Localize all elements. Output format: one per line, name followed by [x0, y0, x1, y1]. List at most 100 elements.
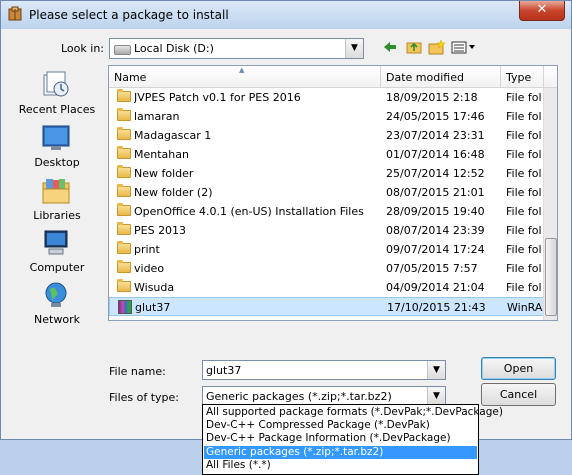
place-label: Computer	[29, 261, 85, 274]
file-row[interactable]: New folder 25/07/2014 12:52 File fol	[109, 164, 544, 183]
folder-icon	[117, 89, 131, 102]
file-name: Mentahan	[134, 148, 189, 161]
column-header-name[interactable]: ▲ Name	[109, 66, 381, 88]
filetype-option[interactable]: Dev-C++ Compressed Package (*.DevPak)	[204, 419, 477, 432]
file-date: 04/09/2014 21:04	[386, 281, 485, 294]
folder-icon	[117, 108, 131, 121]
file-name: glut37	[135, 301, 171, 314]
file-row[interactable]: print 09/07/2014 17:24 File fol	[109, 240, 544, 259]
file-name: video	[134, 262, 165, 275]
chevron-down-icon[interactable]: ▼	[427, 361, 445, 379]
filetype-value: Generic packages (*.zip;*.tar.bz2)	[206, 390, 392, 403]
file-date: 17/10/2015 21:43	[387, 301, 486, 314]
file-type: File fol	[506, 129, 542, 142]
scrollbar-thumb[interactable]	[545, 238, 557, 316]
place-libraries[interactable]: Libraries	[9, 175, 105, 227]
column-header-type[interactable]: Type	[501, 66, 544, 88]
file-name: PES 2013	[134, 224, 187, 237]
file-type: File fol	[506, 224, 542, 237]
close-icon: ✕	[536, 2, 548, 17]
title-bar: Please select a package to install ✕	[1, 1, 571, 29]
file-type: WinRA	[507, 301, 543, 314]
desktop-icon	[42, 125, 70, 150]
file-name: JVPES Patch v0.1 for PES 2016	[134, 91, 301, 104]
file-type: File fol	[506, 148, 542, 161]
cancel-button[interactable]: Cancel	[481, 383, 556, 406]
place-network[interactable]: Network	[9, 279, 105, 331]
file-date: 18/09/2015 2:18	[386, 91, 478, 104]
file-type: File fol	[506, 186, 542, 199]
file-row[interactable]: Mentahan 01/07/2014 16:48 File fol	[109, 145, 544, 164]
place-label: Recent Places	[18, 103, 96, 116]
folder-icon	[117, 279, 131, 292]
close-button[interactable]: ✕	[519, 1, 565, 21]
folder-icon	[117, 184, 131, 197]
file-row[interactable]: PES 2013 08/07/2014 23:39 File fol	[109, 221, 544, 240]
file-date: 28/09/2015 19:40	[386, 205, 485, 218]
file-list[interactable]: ▲ Name Date modified Type JVPES Patch v0…	[108, 65, 558, 321]
view-menu-icon[interactable]	[451, 39, 477, 57]
recent-places-icon	[43, 71, 69, 97]
winrar-archive-icon	[118, 300, 132, 314]
file-type: File fol	[506, 205, 542, 218]
libraries-icon	[42, 179, 70, 204]
file-type: File fol	[506, 167, 542, 180]
drive-icon	[114, 45, 131, 55]
network-icon	[45, 282, 67, 307]
file-row[interactable]: lamaran 24/05/2015 17:46 File fol	[109, 107, 544, 126]
file-row[interactable]: JVPES Patch v0.1 for PES 2016 18/09/2015 …	[109, 88, 544, 107]
file-row[interactable]: Wisuda 04/09/2014 21:04 File fol	[109, 278, 544, 297]
file-name: print	[134, 243, 160, 256]
file-name: Wisuda	[134, 281, 175, 294]
file-row[interactable]: New folder (2) 08/07/2015 21:01 File fol	[109, 183, 544, 202]
folder-icon	[117, 165, 131, 178]
folder-icon	[117, 260, 131, 273]
file-name: New folder (2)	[134, 186, 213, 199]
file-row[interactable]: OpenOffice 4.0.1 (en-US) Installation Fi…	[109, 202, 544, 221]
lookin-combo[interactable]: Local Disk (D:) ▼	[109, 38, 364, 59]
vertical-scrollbar[interactable]	[543, 88, 557, 320]
up-folder-icon[interactable]	[405, 39, 423, 57]
filename-input[interactable]: glut37 ▼	[202, 360, 446, 380]
file-dialog: Please select a package to install ✕ Loo…	[0, 0, 572, 440]
folder-icon	[117, 241, 131, 254]
file-date: 07/05/2015 7:57	[386, 262, 478, 275]
back-icon[interactable]	[381, 39, 399, 57]
file-type: File fol	[506, 262, 542, 275]
folder-icon	[117, 203, 131, 216]
file-date: 01/07/2014 16:48	[386, 148, 485, 161]
filetype-option[interactable]: All Files (*.*)	[204, 459, 477, 472]
file-date: 23/07/2014 23:31	[386, 129, 485, 142]
filetype-option[interactable]: Dev-C++ Package Information (*.DevPackag…	[204, 432, 477, 445]
file-date: 25/07/2014 12:52	[386, 167, 485, 180]
filetype-option[interactable]: Generic packages (*.zip;*.tar.bz2)	[204, 445, 477, 459]
file-row[interactable]: glut37 17/10/2015 21:43 WinRA	[109, 297, 544, 316]
file-name: OpenOffice 4.0.1 (en-US) Installation Fi…	[134, 205, 364, 218]
window-title: Please select a package to install	[29, 8, 229, 22]
filename-label: File name:	[109, 365, 166, 378]
file-type: File fol	[506, 91, 542, 104]
file-date: 08/07/2014 23:39	[386, 224, 485, 237]
filetype-label: Files of type:	[109, 391, 180, 404]
chevron-down-icon[interactable]: ▼	[427, 387, 445, 405]
filetype-option[interactable]: All supported package formats (*.DevPak;…	[204, 406, 503, 419]
filename-value: glut37	[206, 364, 242, 377]
chevron-down-icon[interactable]: ▼	[345, 39, 363, 58]
new-folder-icon[interactable]	[428, 39, 446, 57]
file-name: New folder	[134, 167, 194, 180]
open-button[interactable]: Open	[481, 357, 556, 380]
file-row[interactable]: video 07/05/2015 7:57 File fol	[109, 259, 544, 278]
file-row[interactable]: Madagascar 1 23/07/2014 23:31 File fol	[109, 126, 544, 145]
folder-icon	[117, 222, 131, 235]
filetype-select[interactable]: Generic packages (*.zip;*.tar.bz2) ▼	[202, 386, 446, 406]
place-computer[interactable]: Computer	[9, 227, 105, 279]
place-label: Desktop	[34, 156, 80, 169]
place-desktop[interactable]: Desktop	[9, 122, 105, 174]
lookin-value: Local Disk (D:)	[134, 42, 214, 55]
filetype-dropdown-list[interactable]: All supported package formats (*.DevPak;…	[202, 404, 503, 475]
place-recent-places[interactable]: Recent Places	[9, 69, 105, 121]
column-header-date[interactable]: Date modified	[381, 66, 501, 88]
file-date: 24/05/2015 17:46	[386, 110, 485, 123]
file-type: File fol	[506, 281, 542, 294]
folder-icon	[117, 127, 131, 140]
